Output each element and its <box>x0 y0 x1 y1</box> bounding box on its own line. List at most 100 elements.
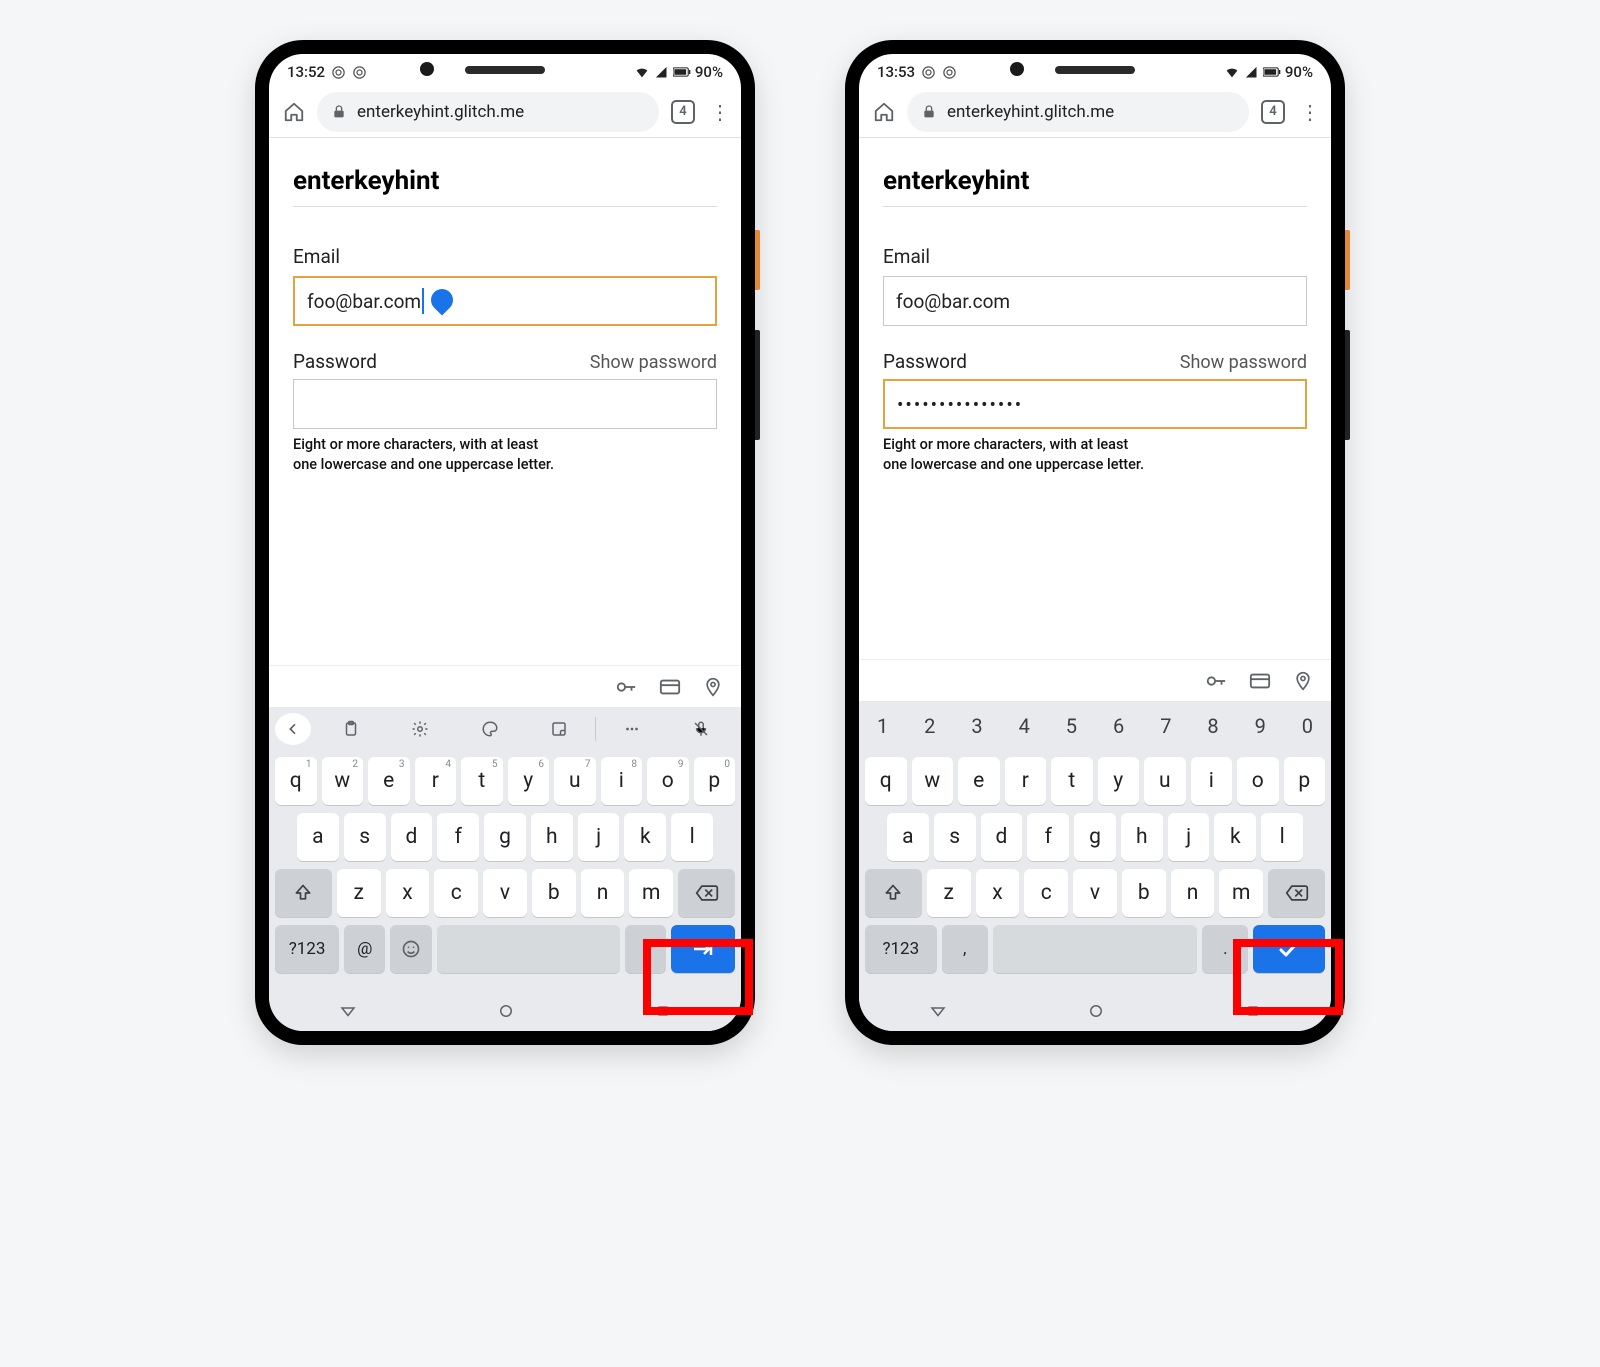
key-l[interactable]: l <box>1261 813 1303 861</box>
key-k[interactable]: k <box>1214 813 1256 861</box>
key-e[interactable]: e <box>958 757 1000 805</box>
key-w[interactable]: w2 <box>322 757 364 805</box>
payment-card-icon[interactable] <box>659 676 681 698</box>
email-field[interactable]: foo@bar.com <box>883 276 1307 326</box>
key-d[interactable]: d <box>391 813 433 861</box>
key-q[interactable]: q <box>865 757 907 805</box>
enter-key[interactable] <box>671 925 735 973</box>
numkey-9[interactable]: 9 <box>1237 701 1284 751</box>
key-g[interactable]: g <box>484 813 526 861</box>
key-y[interactable]: y <box>1098 757 1140 805</box>
key-o[interactable]: o9 <box>647 757 689 805</box>
emoji-key[interactable] <box>390 925 431 973</box>
kb-sticker-icon[interactable] <box>526 707 594 751</box>
key-s[interactable]: s <box>934 813 976 861</box>
password-key-icon[interactable] <box>615 676 637 698</box>
tab-switcher-button[interactable]: 4 <box>1261 100 1285 124</box>
nav-back-icon[interactable] <box>929 1002 947 1020</box>
numkey-4[interactable]: 4 <box>1001 701 1048 751</box>
key-w[interactable]: w <box>912 757 954 805</box>
numkey-2[interactable]: 2 <box>906 701 953 751</box>
nav-home-icon[interactable] <box>497 1002 515 1020</box>
key-p[interactable]: p <box>1284 757 1326 805</box>
address-bar[interactable]: enterkeyhint.glitch.me <box>907 92 1249 132</box>
key-b[interactable]: b <box>1122 869 1166 917</box>
key-c[interactable]: c <box>434 869 478 917</box>
numkey-8[interactable]: 8 <box>1189 701 1236 751</box>
key-q[interactable]: q1 <box>275 757 317 805</box>
key-l[interactable]: l <box>671 813 713 861</box>
enter-key[interactable] <box>1253 925 1325 973</box>
address-pin-icon[interactable] <box>1293 670 1313 692</box>
key-o[interactable]: o <box>1237 757 1279 805</box>
period-key[interactable]: . <box>1202 925 1248 973</box>
key-n[interactable]: n <box>1171 869 1215 917</box>
payment-card-icon[interactable] <box>1249 670 1271 692</box>
address-bar[interactable]: enterkeyhint.glitch.me <box>317 92 659 132</box>
key-d[interactable]: d <box>981 813 1023 861</box>
key-t[interactable]: t <box>1051 757 1093 805</box>
key-i[interactable]: i8 <box>601 757 643 805</box>
backspace-key[interactable] <box>1268 869 1325 917</box>
key-c[interactable]: c <box>1024 869 1068 917</box>
key-n[interactable]: n <box>581 869 625 917</box>
key-x[interactable]: x <box>976 869 1020 917</box>
password-key-icon[interactable] <box>1205 670 1227 692</box>
key-v[interactable]: v <box>483 869 527 917</box>
tab-switcher-button[interactable]: 4 <box>671 100 695 124</box>
password-field[interactable] <box>293 379 717 429</box>
address-pin-icon[interactable] <box>703 676 723 698</box>
numkey-7[interactable]: 7 <box>1142 701 1189 751</box>
nav-recent-icon[interactable] <box>1245 1003 1261 1019</box>
key-z[interactable]: z <box>927 869 971 917</box>
key-g[interactable]: g <box>1074 813 1116 861</box>
numkey-3[interactable]: 3 <box>953 701 1000 751</box>
kb-settings-icon[interactable] <box>387 707 455 751</box>
numkey-1[interactable]: 1 <box>859 701 906 751</box>
key-v[interactable]: v <box>1073 869 1117 917</box>
period-key[interactable]: . <box>625 925 666 973</box>
password-field[interactable]: ••••••••••••••• <box>883 379 1307 429</box>
show-password-toggle[interactable]: Show password <box>1180 352 1307 373</box>
key-j[interactable]: j <box>578 813 620 861</box>
key-b[interactable]: b <box>532 869 576 917</box>
key-e[interactable]: e3 <box>368 757 410 805</box>
email-field[interactable]: foo@bar.com <box>293 276 717 326</box>
key-k[interactable]: k <box>624 813 666 861</box>
key-z[interactable]: z <box>337 869 381 917</box>
key-i[interactable]: i <box>1191 757 1233 805</box>
key-m[interactable]: m <box>629 869 673 917</box>
symbols-key[interactable]: ?123 <box>275 925 339 973</box>
key-t[interactable]: t5 <box>461 757 503 805</box>
numkey-0[interactable]: 0 <box>1284 701 1331 751</box>
spacebar-key[interactable] <box>993 925 1198 973</box>
kb-clipboard-icon[interactable] <box>317 707 385 751</box>
shift-key[interactable] <box>275 869 332 917</box>
browser-home-icon[interactable] <box>867 101 901 123</box>
browser-menu-icon[interactable]: ⋮ <box>1297 100 1323 124</box>
kb-mic-off-icon[interactable] <box>668 707 736 751</box>
key-h[interactable]: h <box>1121 813 1163 861</box>
key-r[interactable]: r <box>1005 757 1047 805</box>
spacebar-key[interactable] <box>437 925 620 973</box>
kb-more-icon[interactable] <box>598 707 666 751</box>
key-r[interactable]: r4 <box>415 757 457 805</box>
nav-recent-icon[interactable] <box>655 1003 671 1019</box>
key-f[interactable]: f <box>437 813 479 861</box>
key-p[interactable]: p0 <box>694 757 736 805</box>
nav-back-icon[interactable] <box>339 1002 357 1020</box>
key-a[interactable]: a <box>887 813 929 861</box>
key-h[interactable]: h <box>531 813 573 861</box>
nav-home-icon[interactable] <box>1087 1002 1105 1020</box>
secondary-key[interactable]: @ <box>344 925 385 973</box>
key-x[interactable]: x <box>386 869 430 917</box>
key-u[interactable]: u <box>1144 757 1186 805</box>
browser-menu-icon[interactable]: ⋮ <box>707 100 733 124</box>
kb-collapse-icon[interactable] <box>275 713 311 745</box>
key-s[interactable]: s <box>344 813 386 861</box>
browser-home-icon[interactable] <box>277 101 311 123</box>
shift-key[interactable] <box>865 869 922 917</box>
key-m[interactable]: m <box>1219 869 1263 917</box>
key-u[interactable]: u7 <box>554 757 596 805</box>
key-y[interactable]: y6 <box>508 757 550 805</box>
